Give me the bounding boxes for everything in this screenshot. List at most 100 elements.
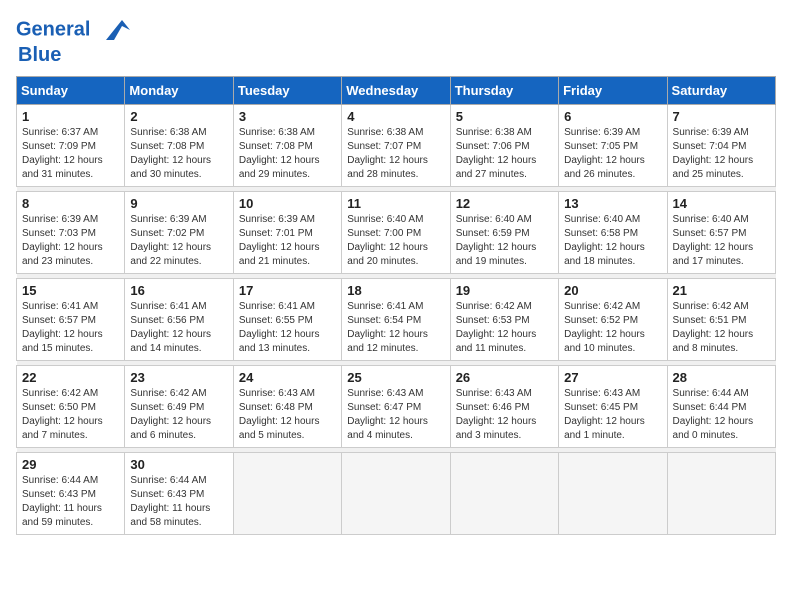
day-info: Sunrise: 6:38 AMSunset: 7:08 PMDaylight:…	[130, 126, 227, 182]
day-info: Sunrise: 6:42 AMSunset: 6:53 PMDaylight:…	[456, 300, 553, 356]
calendar-cell	[450, 453, 558, 535]
calendar-cell: 22 Sunrise: 6:42 AMSunset: 6:50 PMDaylig…	[17, 366, 125, 448]
calendar-week-1: 1 Sunrise: 6:37 AMSunset: 7:09 PMDayligh…	[17, 105, 776, 187]
day-info: Sunrise: 6:39 AMSunset: 7:01 PMDaylight:…	[239, 213, 336, 269]
day-info: Sunrise: 6:38 AMSunset: 7:08 PMDaylight:…	[239, 126, 336, 182]
calendar-week-5: 29 Sunrise: 6:44 AMSunset: 6:43 PMDaylig…	[17, 453, 776, 535]
page-header: General Blue	[16, 16, 776, 66]
day-number: 2	[130, 109, 227, 124]
calendar-table: SundayMondayTuesdayWednesdayThursdayFrid…	[16, 76, 776, 535]
day-number: 26	[456, 370, 553, 385]
day-number: 12	[456, 196, 553, 211]
calendar-cell: 26 Sunrise: 6:43 AMSunset: 6:46 PMDaylig…	[450, 366, 558, 448]
day-number: 1	[22, 109, 119, 124]
calendar-cell: 6 Sunrise: 6:39 AMSunset: 7:05 PMDayligh…	[559, 105, 667, 187]
day-info: Sunrise: 6:38 AMSunset: 7:07 PMDaylight:…	[347, 126, 444, 182]
calendar-cell: 4 Sunrise: 6:38 AMSunset: 7:07 PMDayligh…	[342, 105, 450, 187]
day-number: 25	[347, 370, 444, 385]
calendar-cell: 12 Sunrise: 6:40 AMSunset: 6:59 PMDaylig…	[450, 192, 558, 274]
weekday-header-tuesday: Tuesday	[233, 77, 341, 105]
calendar-cell: 23 Sunrise: 6:42 AMSunset: 6:49 PMDaylig…	[125, 366, 233, 448]
calendar-cell: 14 Sunrise: 6:40 AMSunset: 6:57 PMDaylig…	[667, 192, 775, 274]
calendar-cell: 17 Sunrise: 6:41 AMSunset: 6:55 PMDaylig…	[233, 279, 341, 361]
weekday-header-friday: Friday	[559, 77, 667, 105]
calendar-cell: 7 Sunrise: 6:39 AMSunset: 7:04 PMDayligh…	[667, 105, 775, 187]
calendar-cell: 15 Sunrise: 6:41 AMSunset: 6:57 PMDaylig…	[17, 279, 125, 361]
day-number: 5	[456, 109, 553, 124]
calendar-cell: 27 Sunrise: 6:43 AMSunset: 6:45 PMDaylig…	[559, 366, 667, 448]
day-info: Sunrise: 6:42 AMSunset: 6:52 PMDaylight:…	[564, 300, 661, 356]
weekday-header-wednesday: Wednesday	[342, 77, 450, 105]
day-number: 21	[673, 283, 770, 298]
day-number: 16	[130, 283, 227, 298]
day-number: 8	[22, 196, 119, 211]
day-number: 23	[130, 370, 227, 385]
calendar-cell: 21 Sunrise: 6:42 AMSunset: 6:51 PMDaylig…	[667, 279, 775, 361]
calendar-cell: 19 Sunrise: 6:42 AMSunset: 6:53 PMDaylig…	[450, 279, 558, 361]
calendar-cell: 25 Sunrise: 6:43 AMSunset: 6:47 PMDaylig…	[342, 366, 450, 448]
calendar-cell: 3 Sunrise: 6:38 AMSunset: 7:08 PMDayligh…	[233, 105, 341, 187]
calendar-cell: 9 Sunrise: 6:39 AMSunset: 7:02 PMDayligh…	[125, 192, 233, 274]
day-number: 28	[673, 370, 770, 385]
day-info: Sunrise: 6:38 AMSunset: 7:06 PMDaylight:…	[456, 126, 553, 182]
day-number: 15	[22, 283, 119, 298]
day-info: Sunrise: 6:42 AMSunset: 6:49 PMDaylight:…	[130, 387, 227, 443]
calendar-cell: 2 Sunrise: 6:38 AMSunset: 7:08 PMDayligh…	[125, 105, 233, 187]
day-info: Sunrise: 6:39 AMSunset: 7:05 PMDaylight:…	[564, 126, 661, 182]
calendar-cell: 11 Sunrise: 6:40 AMSunset: 7:00 PMDaylig…	[342, 192, 450, 274]
day-info: Sunrise: 6:44 AMSunset: 6:43 PMDaylight:…	[22, 474, 119, 530]
calendar-week-4: 22 Sunrise: 6:42 AMSunset: 6:50 PMDaylig…	[17, 366, 776, 448]
day-number: 3	[239, 109, 336, 124]
day-info: Sunrise: 6:41 AMSunset: 6:56 PMDaylight:…	[130, 300, 227, 356]
day-info: Sunrise: 6:37 AMSunset: 7:09 PMDaylight:…	[22, 126, 119, 182]
weekday-header-thursday: Thursday	[450, 77, 558, 105]
day-info: Sunrise: 6:43 AMSunset: 6:47 PMDaylight:…	[347, 387, 444, 443]
calendar-week-2: 8 Sunrise: 6:39 AMSunset: 7:03 PMDayligh…	[17, 192, 776, 274]
day-info: Sunrise: 6:40 AMSunset: 7:00 PMDaylight:…	[347, 213, 444, 269]
calendar-cell: 29 Sunrise: 6:44 AMSunset: 6:43 PMDaylig…	[17, 453, 125, 535]
calendar-cell: 16 Sunrise: 6:41 AMSunset: 6:56 PMDaylig…	[125, 279, 233, 361]
calendar-cell: 13 Sunrise: 6:40 AMSunset: 6:58 PMDaylig…	[559, 192, 667, 274]
calendar-cell: 30 Sunrise: 6:44 AMSunset: 6:43 PMDaylig…	[125, 453, 233, 535]
logo: General Blue	[16, 16, 130, 66]
day-info: Sunrise: 6:44 AMSunset: 6:43 PMDaylight:…	[130, 474, 227, 530]
calendar-cell	[667, 453, 775, 535]
day-info: Sunrise: 6:42 AMSunset: 6:50 PMDaylight:…	[22, 387, 119, 443]
day-info: Sunrise: 6:41 AMSunset: 6:55 PMDaylight:…	[239, 300, 336, 356]
day-number: 18	[347, 283, 444, 298]
day-info: Sunrise: 6:43 AMSunset: 6:45 PMDaylight:…	[564, 387, 661, 443]
day-number: 4	[347, 109, 444, 124]
calendar-cell	[559, 453, 667, 535]
day-info: Sunrise: 6:43 AMSunset: 6:46 PMDaylight:…	[456, 387, 553, 443]
weekday-header-monday: Monday	[125, 77, 233, 105]
calendar-cell: 28 Sunrise: 6:44 AMSunset: 6:44 PMDaylig…	[667, 366, 775, 448]
calendar-cell: 5 Sunrise: 6:38 AMSunset: 7:06 PMDayligh…	[450, 105, 558, 187]
calendar-cell: 20 Sunrise: 6:42 AMSunset: 6:52 PMDaylig…	[559, 279, 667, 361]
calendar-cell: 10 Sunrise: 6:39 AMSunset: 7:01 PMDaylig…	[233, 192, 341, 274]
day-number: 20	[564, 283, 661, 298]
day-number: 24	[239, 370, 336, 385]
day-number: 7	[673, 109, 770, 124]
day-info: Sunrise: 6:41 AMSunset: 6:57 PMDaylight:…	[22, 300, 119, 356]
calendar-cell: 18 Sunrise: 6:41 AMSunset: 6:54 PMDaylig…	[342, 279, 450, 361]
day-info: Sunrise: 6:39 AMSunset: 7:03 PMDaylight:…	[22, 213, 119, 269]
calendar-cell: 24 Sunrise: 6:43 AMSunset: 6:48 PMDaylig…	[233, 366, 341, 448]
day-info: Sunrise: 6:39 AMSunset: 7:02 PMDaylight:…	[130, 213, 227, 269]
calendar-cell	[342, 453, 450, 535]
day-number: 6	[564, 109, 661, 124]
day-info: Sunrise: 6:43 AMSunset: 6:48 PMDaylight:…	[239, 387, 336, 443]
calendar-week-3: 15 Sunrise: 6:41 AMSunset: 6:57 PMDaylig…	[17, 279, 776, 361]
day-number: 27	[564, 370, 661, 385]
day-number: 13	[564, 196, 661, 211]
day-number: 22	[22, 370, 119, 385]
weekday-header-sunday: Sunday	[17, 77, 125, 105]
day-number: 30	[130, 457, 227, 472]
day-info: Sunrise: 6:40 AMSunset: 6:58 PMDaylight:…	[564, 213, 661, 269]
day-info: Sunrise: 6:40 AMSunset: 6:59 PMDaylight:…	[456, 213, 553, 269]
day-info: Sunrise: 6:40 AMSunset: 6:57 PMDaylight:…	[673, 213, 770, 269]
day-number: 9	[130, 196, 227, 211]
day-number: 19	[456, 283, 553, 298]
day-number: 29	[22, 457, 119, 472]
day-info: Sunrise: 6:42 AMSunset: 6:51 PMDaylight:…	[673, 300, 770, 356]
weekday-header-saturday: Saturday	[667, 77, 775, 105]
